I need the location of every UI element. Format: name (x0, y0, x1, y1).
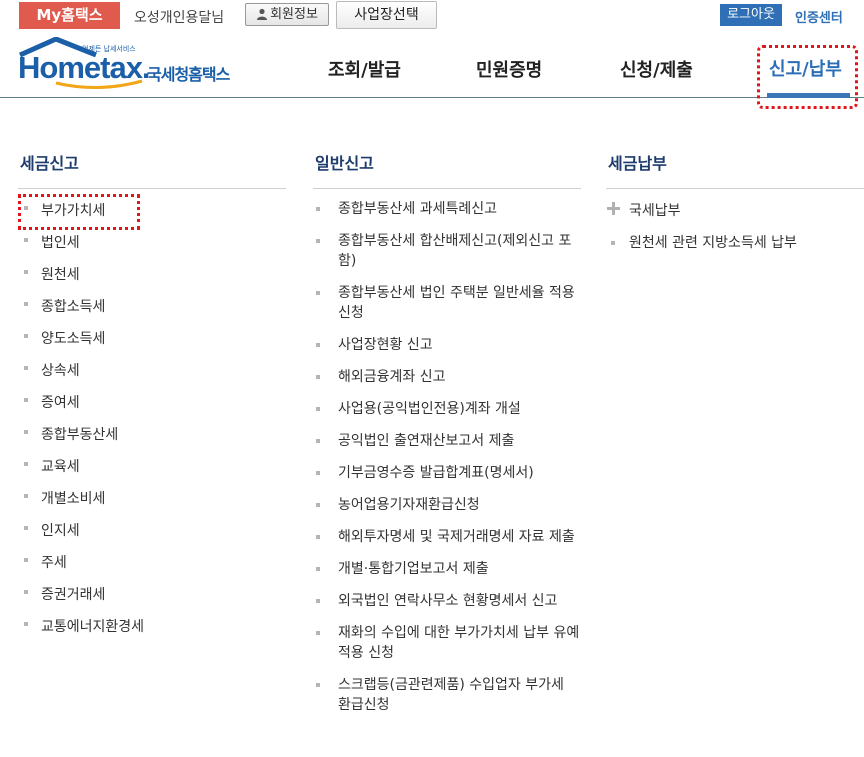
bullet-icon (24, 590, 28, 594)
bullet-icon (316, 207, 320, 211)
bullet-icon (316, 683, 320, 687)
bullet-icon (24, 334, 28, 338)
bullet-icon (24, 270, 28, 274)
bullet-icon (316, 599, 320, 603)
bullet-icon (316, 407, 320, 411)
menu-item-general-12[interactable]: 재화의 수입에 대한 부가가치세 납부 유예 적용 신청 (313, 623, 581, 663)
my-hometax-button[interactable]: My홈택스 (19, 2, 120, 29)
bullet-icon (316, 631, 320, 635)
swoosh-icon (55, 79, 143, 89)
menu-item-transport-energy-tax[interactable]: 교통에너지환경세 (18, 615, 286, 647)
hometax-logo[interactable]: 언제든 납세서비스 Hometax. 국세청홈택스 (18, 37, 248, 94)
menu-item-securities-tax[interactable]: 증권거래세 (18, 583, 286, 615)
bullet-icon (316, 471, 320, 475)
bullet-icon (24, 302, 28, 306)
plus-icon[interactable] (607, 202, 620, 215)
menu-item-general-4[interactable]: 해외금융계좌 신고 (313, 367, 581, 387)
menu-item-capital-gains-tax[interactable]: 양도소득세 (18, 327, 286, 359)
user-icon (257, 8, 268, 20)
bullet-icon (24, 430, 28, 434)
bullet-icon (316, 567, 320, 571)
menu-item-corporate-tax[interactable]: 법인세 (18, 231, 286, 263)
menu-item-income-tax[interactable]: 종합소득세 (18, 295, 286, 327)
menu-item-general-2[interactable]: 종합부동산세 법인 주택분 일반세율 적용 신청 (313, 283, 581, 323)
bullet-icon (316, 535, 320, 539)
bullet-icon (24, 238, 28, 242)
tax-payment-list: 국세납부 원천세 관련 지방소득세 납부 (606, 189, 864, 263)
menu-item-general-6[interactable]: 공익법인 출연재산보고서 제출 (313, 431, 581, 451)
menu-item-local-income-tax-payment[interactable]: 원천세 관련 지방소득세 납부 (606, 231, 864, 263)
main-header: 언제든 납세서비스 Hometax. 국세청홈택스 조회/발급 민원증명 신청/… (0, 30, 864, 109)
user-name: 오성개인용달님 (134, 10, 225, 26)
select-business-button[interactable]: 사업장선택 (336, 1, 437, 29)
menu-item-stamp-tax[interactable]: 인지세 (18, 519, 286, 551)
bullet-icon (24, 398, 28, 402)
menu-item-general-3[interactable]: 사업장현황 신고 (313, 335, 581, 355)
bullet-icon (316, 439, 320, 443)
bullet-icon (316, 503, 320, 507)
logo-korean: 국세청홈택스 (147, 65, 230, 84)
member-info-button[interactable]: 회원정보 (245, 3, 329, 26)
nav-inquiry-issue[interactable]: 조회/발급 (328, 56, 401, 82)
menu-item-general-9[interactable]: 해외투자명세 및 국제거래명세 자료 제출 (313, 527, 581, 547)
menu-item-gift-tax[interactable]: 증여세 (18, 391, 286, 423)
menu-item-national-tax-payment[interactable]: 국세납부 (606, 199, 864, 231)
bullet-icon (24, 526, 28, 530)
column-tax-payment: 세금납부 국세납부 원천세 관련 지방소득세 납부 (606, 150, 864, 263)
menu-item-property-tax[interactable]: 종합부동산세 (18, 423, 286, 455)
menu-item-general-5[interactable]: 사업용(공익법인전용)계좌 개설 (313, 399, 581, 419)
bullet-icon (24, 558, 28, 562)
menu-item-education-tax[interactable]: 교육세 (18, 455, 286, 487)
logout-button[interactable]: 로그아웃 (720, 4, 782, 26)
bullet-icon (316, 239, 320, 243)
bullet-icon (24, 494, 28, 498)
menu-item-general-7[interactable]: 기부금영수증 발급합계표(명세서) (313, 463, 581, 483)
bullet-icon (611, 241, 615, 245)
menu-item-inheritance-tax[interactable]: 상속세 (18, 359, 286, 391)
bullet-icon (316, 375, 320, 379)
highlight-box-vat (18, 194, 140, 230)
bullet-icon (24, 622, 28, 626)
bullet-icon (24, 366, 28, 370)
menu-item-general-11[interactable]: 외국법인 연락사무소 현황명세서 신고 (313, 591, 581, 611)
cert-center-link[interactable]: 인증센터 (795, 7, 843, 26)
general-report-list: 종합부동산세 과세특례신고 종합부동산세 합산배제신고(제외신고 포함) 종합부… (313, 189, 581, 715)
column-general-report: 일반신고 종합부동산세 과세특례신고 종합부동산세 합산배제신고(제외신고 포함… (313, 150, 581, 727)
bullet-icon (24, 462, 28, 466)
tax-report-list: 부가가치세 법인세 원천세 종합소득세 양도소득세 상속세 증여세 종합부동산세… (18, 189, 286, 647)
menu-item-general-13[interactable]: 스크랩등(금관련제품) 수입업자 부가세 환급신청 (313, 675, 581, 715)
highlight-box-nav (757, 45, 858, 109)
top-utility-bar: My홈택스 오성개인용달님 회원정보 사업장선택 로그아웃 인증센터 (0, 0, 864, 30)
bullet-icon (316, 343, 320, 347)
menu-item-general-0[interactable]: 종합부동산세 과세특례신고 (313, 199, 581, 219)
menu-item-general-10[interactable]: 개별·통합기업보고서 제출 (313, 559, 581, 579)
menu-item-excise-tax[interactable]: 개별소비세 (18, 487, 286, 519)
menu-item-general-8[interactable]: 농어업용기자재환급신청 (313, 495, 581, 515)
menu-item-withholding-tax[interactable]: 원천세 (18, 263, 286, 295)
nav-civil-certificate[interactable]: 민원증명 (476, 56, 542, 82)
menu-item-liquor-tax[interactable]: 주세 (18, 551, 286, 583)
column-title-tax-report: 세금신고 (18, 150, 286, 189)
menu-item-general-1[interactable]: 종합부동산세 합산배제신고(제외신고 포함) (313, 231, 581, 271)
column-title-general-report: 일반신고 (313, 150, 581, 189)
nav-apply-submit[interactable]: 신청/제출 (620, 56, 693, 82)
column-title-tax-payment: 세금납부 (606, 150, 864, 189)
bullet-icon (316, 291, 320, 295)
member-info-label: 회원정보 (270, 7, 318, 22)
